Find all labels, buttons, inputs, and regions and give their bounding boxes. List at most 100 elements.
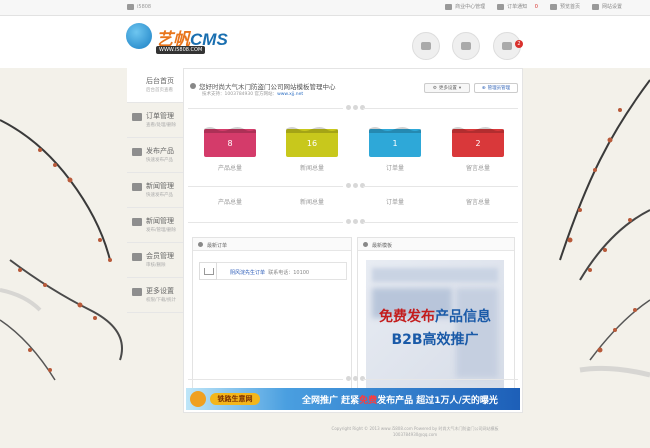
banner-logo: 铁路生意网 (210, 393, 260, 405)
stat-news[interactable]: 16 (286, 127, 338, 157)
sidebar-item-sub: 后台首页查看 (146, 88, 173, 93)
promo-banner[interactable]: 铁路生意网 全网推广 赶紧免费发布产品 超过1万人/天的曝光 (186, 388, 520, 410)
contact-email: 1003784930@qq.com (392, 432, 438, 437)
order-phone: 联系电话：10100 (268, 270, 310, 276)
stat-box-cap (204, 127, 256, 133)
template-ad-image[interactable]: 免费发布产品信息 B2B高效推广 (366, 260, 504, 388)
latest-orders-panel: 最新订单 阴风淀先生订单 联系电话：10100 (192, 237, 352, 394)
home-icon (127, 4, 134, 10)
stat-box-cap (452, 127, 504, 133)
main-panel: 您好时尚大气木门防盗门公司网站模板管理中心 技术支持：1003784930 官方… (183, 68, 523, 413)
sidebar-item-news[interactable]: 新闻管理 快速发布产品 (127, 173, 183, 208)
users-icon (132, 253, 142, 261)
chat-icon (502, 42, 512, 50)
sidebar-item-sub: 快速发布产品 (146, 193, 173, 198)
news-icon (132, 183, 142, 191)
stat-orders[interactable]: 1 (369, 127, 421, 157)
mail-icon (132, 113, 142, 121)
footer: Copyright Right © 2013 www.i5808.com Pow… (300, 426, 530, 438)
sidebar-item-label: 发布产品 (146, 147, 174, 155)
edit-icon (132, 148, 142, 156)
order-item[interactable]: 阴风淀先生订单 联系电话：10100 (199, 262, 347, 280)
shopping-cart-icon (199, 262, 217, 280)
sidebar-item-label: 新闻管理 (146, 217, 174, 225)
stat-label: 产品总量 (217, 199, 242, 206)
top-link-orders[interactable]: 订单通知 0 (497, 3, 538, 10)
divider (188, 183, 518, 189)
sidebar-item-members[interactable]: 会员管理 审核/删除 (127, 243, 183, 278)
sidebar-item-sub: 审核/删除 (146, 263, 166, 268)
gear-icon: ⚙ (432, 85, 437, 91)
mail-icon (497, 3, 505, 10)
panel-header: 最新订单 (193, 238, 351, 251)
divider (188, 376, 518, 382)
top-bar: i5808 商业中心管理 订单通知 0 预览首页 网站设置 (0, 0, 650, 16)
stat-label: 新闻总量 (299, 199, 324, 206)
stat-label: 留言总量 (465, 199, 490, 206)
sidebar-item-label: 后台首页 (146, 77, 174, 85)
logo-url: WWW.i5808.COM (156, 46, 206, 54)
plum-blossom-painting-left (0, 119, 123, 381)
ad-subline: B2B高效推广 (391, 332, 479, 348)
sidebar-item-news-manage[interactable]: 新闻管理 发布/管理/删除 (127, 208, 183, 243)
user-button[interactable] (412, 32, 440, 60)
template-icon (363, 242, 368, 247)
chevron-down-icon: ▾ (458, 85, 462, 91)
bell-icon (190, 83, 196, 89)
sidebar-item-more-settings[interactable]: 更多设置 权限/下载/统计 (127, 278, 183, 313)
stat-label: 新闻总量 (299, 165, 324, 172)
ad-headline: 免费发布产品信息 (379, 309, 491, 325)
site-name: i5808 (137, 4, 152, 10)
top-link-settings[interactable]: 网站设置 (591, 3, 622, 10)
sidebar-item-label: 订单管理 (146, 112, 174, 120)
logo[interactable]: 艺帆CMS WWW.i5808.COM (126, 23, 236, 63)
sidebar-item-sub: 发布/管理/删除 (146, 228, 177, 233)
sidebar-item-products[interactable]: 发布产品 快速发布产品 (127, 138, 183, 173)
banner-text: 全网推广 赶紧免费发布产品 超过1万人/天的曝光 (302, 396, 498, 406)
order-name[interactable]: 阴风淀先生订单 (230, 270, 265, 276)
stat-box-cap (369, 127, 421, 133)
message-badge: 2 (515, 40, 523, 48)
sidebar-item-label: 更多设置 (146, 287, 174, 295)
top-links: 商业中心管理 订单通知 0 预览首页 网站设置 (445, 3, 622, 10)
stat-messages[interactable]: 2 (452, 127, 504, 157)
admin-manage-button[interactable]: ⊕ 管理员管理 (474, 83, 518, 93)
panel-header: 最新模板 (358, 238, 514, 251)
sidebar-item-sub: 权限/下载/统计 (146, 298, 177, 303)
stat-products[interactable]: 8 (204, 127, 256, 157)
stat-label: 产品总量 (217, 165, 242, 172)
stat-label: 留言总量 (465, 165, 490, 172)
top-link-business[interactable]: 商业中心管理 (445, 3, 485, 10)
cart-icon (198, 242, 203, 247)
sidebar-item-sub: 快速发布产品 (146, 158, 173, 163)
sidebar-item-home[interactable]: 后台首页 后台首页查看 (127, 68, 183, 103)
divider (188, 219, 518, 225)
truck-icon (461, 42, 471, 50)
welcome-text: 您好时尚大气木门防盗门公司网站模板管理中心 (199, 83, 336, 91)
top-link-preview[interactable]: 预览首页 (549, 3, 580, 10)
gear-icon (591, 3, 599, 10)
sidebar-item-sub: 查看/处理/删除 (146, 123, 177, 128)
mascot-icon (190, 391, 206, 407)
website-link[interactable]: www.xjj.net (277, 92, 303, 97)
chart-icon (132, 288, 142, 296)
sidebar: 后台首页 后台首页查看 订单管理 查看/处理/删除 发布产品 快速发布产品 新闻… (127, 68, 183, 313)
sidebar-item-label: 会员管理 (146, 252, 174, 260)
welcome-title: 您好时尚大气木门防盗门公司网站模板管理中心 (190, 81, 336, 91)
sidebar-item-orders[interactable]: 订单管理 查看/处理/删除 (127, 103, 183, 138)
user-icon (421, 42, 431, 50)
cloud-icon (549, 3, 557, 10)
order-count: 0 (534, 3, 538, 10)
plus-icon: ⊕ (481, 85, 486, 91)
tech-support: 技术支持：1003784930 官方网站：www.xjj.net (202, 92, 304, 97)
plum-blossom-painting-right (559, 79, 650, 378)
stat-label: 订单量 (385, 199, 404, 206)
more-settings-button[interactable]: ⚙ 更多设置 ▾ (424, 83, 470, 93)
truck-button[interactable] (452, 32, 480, 60)
stat-box-cap (286, 127, 338, 133)
logo-mark (126, 23, 152, 49)
header: 艺帆CMS WWW.i5808.COM 2 (0, 16, 650, 68)
divider (188, 105, 518, 111)
site-link[interactable]: i5808 (127, 4, 151, 10)
latest-templates-panel: 最新模板 免费发布产品信息 B2B高效推广 (357, 237, 515, 394)
